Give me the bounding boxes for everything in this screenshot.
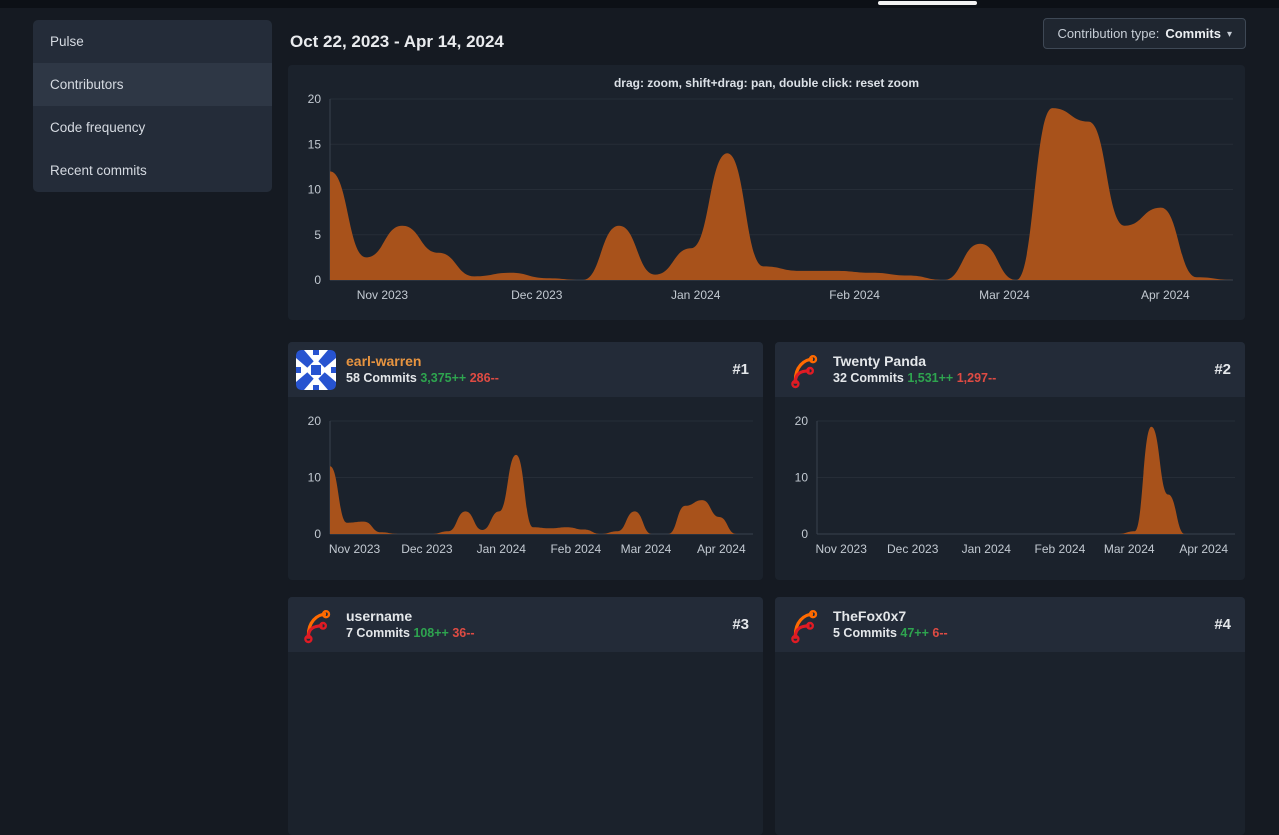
forgejo-logo-avatar [783,605,823,645]
additions-count: 1,531++ [907,371,953,385]
contributor-card-header: username 7 Commits 108++ 36-- #3 [288,597,763,652]
browser-top-strip [0,0,1279,8]
svg-text:20: 20 [795,414,809,428]
contributor-stats: 32 Commits 1,531++ 1,297-- [833,370,1214,386]
svg-text:10: 10 [308,183,322,197]
contribution-type-label: Contribution type: [1057,26,1159,41]
contributor-card-header: Twenty Panda 32 Commits 1,531++ 1,297-- … [775,342,1245,397]
sidebar-item-code-frequency[interactable]: Code frequency [33,106,272,149]
contributor-card: earl-warren 58 Commits 3,375++ 286-- #1 … [288,342,763,580]
svg-text:Apr 2024: Apr 2024 [1141,288,1190,302]
svg-text:5: 5 [314,228,321,242]
svg-text:0: 0 [314,273,321,287]
commit-count: 7 Commits [346,626,410,640]
svg-text:15: 15 [308,137,322,151]
rank-badge: #4 [1214,616,1231,633]
contributor-name-link[interactable]: TheFox0x7 [833,608,1214,625]
svg-text:Feb 2024: Feb 2024 [1035,542,1086,556]
svg-text:Dec 2023: Dec 2023 [511,288,563,302]
forgejo-logo-avatar [783,350,823,390]
svg-text:Apr 2024: Apr 2024 [1179,542,1228,556]
svg-text:Apr 2024: Apr 2024 [697,542,746,556]
deletions-count: 36-- [452,626,474,640]
commit-count: 5 Commits [833,626,897,640]
contributor-commits-chart[interactable] [288,652,763,835]
svg-text:Nov 2023: Nov 2023 [357,288,409,302]
svg-text:10: 10 [308,471,322,485]
contributor-stats: 5 Commits 47++ 6-- [833,625,1214,641]
commit-count: 58 Commits [346,371,417,385]
contributor-card-header: TheFox0x7 5 Commits 47++ 6-- #4 [775,597,1245,652]
date-range-title: Oct 22, 2023 - Apr 14, 2024 [290,32,504,52]
forgejo-logo-avatar [296,605,336,645]
contributor-stats: 58 Commits 3,375++ 286-- [346,370,732,386]
svg-text:Feb 2024: Feb 2024 [829,288,880,302]
contributor-card: Twenty Panda 32 Commits 1,531++ 1,297-- … [775,342,1245,580]
svg-text:Jan 2024: Jan 2024 [962,542,1012,556]
svg-text:10: 10 [795,471,809,485]
overall-commits-chart[interactable]: 0 5 10 15 20 Nov 2023 Dec 2023 Jan 2024 Feb 2024… [288,83,1245,320]
contributor-name-link[interactable]: Twenty Panda [833,353,1214,370]
avatar [296,350,336,390]
svg-text:Jan 2024: Jan 2024 [477,542,527,556]
contributor-name-link[interactable]: username [346,608,732,625]
deletions-count: 1,297-- [957,371,997,385]
additions-count: 108++ [413,626,448,640]
activity-sidebar: Pulse Contributors Code frequency Recent… [33,20,272,192]
svg-text:Mar 2024: Mar 2024 [979,288,1030,302]
rank-badge: #2 [1214,361,1231,378]
rank-badge: #3 [732,616,749,633]
contributor-card: TheFox0x7 5 Commits 47++ 6-- #4 [775,597,1245,835]
svg-text:Nov 2023: Nov 2023 [329,542,381,556]
deletions-count: 6-- [932,626,947,640]
contributor-name-link[interactable]: earl-warren [346,353,732,370]
svg-text:Mar 2024: Mar 2024 [621,542,672,556]
additions-count: 47++ [900,626,929,640]
sidebar-item-contributors[interactable]: Contributors [33,63,272,106]
contributor-commits-chart[interactable]: 0 10 20 Nov 2023 Dec 2023 Jan 2024 Feb 2024 Mar… [775,397,1245,580]
svg-text:Feb 2024: Feb 2024 [550,542,601,556]
svg-text:20: 20 [308,414,322,428]
svg-text:0: 0 [314,527,321,541]
svg-text:Dec 2023: Dec 2023 [887,542,939,556]
contributors-page: Pulse Contributors Code frequency Recent… [0,0,1279,661]
svg-text:Mar 2024: Mar 2024 [1104,542,1155,556]
sidebar-item-pulse[interactable]: Pulse [33,20,272,63]
svg-text:20: 20 [308,92,322,106]
additions-count: 3,375++ [420,371,466,385]
svg-text:0: 0 [801,527,808,541]
contribution-type-dropdown[interactable]: Contribution type: Commits ▾ [1043,18,1246,49]
deletions-count: 286-- [470,371,499,385]
contribution-type-value: Commits [1165,26,1221,41]
svg-text:Nov 2023: Nov 2023 [816,542,868,556]
active-tab-indicator [878,1,977,5]
contributor-stats: 7 Commits 108++ 36-- [346,625,732,641]
contributor-commits-chart[interactable] [775,652,1245,835]
contributor-card: username 7 Commits 108++ 36-- #3 [288,597,763,835]
sidebar-item-recent-commits[interactable]: Recent commits [33,149,272,192]
svg-text:Dec 2023: Dec 2023 [401,542,453,556]
chevron-down-icon: ▾ [1227,29,1232,40]
contributor-commits-chart[interactable]: 0 10 20 Nov 2023 Dec 2023 Jan 2024 Feb 2024 Mar… [288,397,763,580]
rank-badge: #1 [732,361,749,378]
svg-text:Jan 2024: Jan 2024 [671,288,721,302]
contributor-card-header: earl-warren 58 Commits 3,375++ 286-- #1 [288,342,763,397]
commit-count: 32 Commits [833,371,904,385]
overall-contributions-panel: drag: zoom, shift+drag: pan, double clic… [288,65,1245,320]
